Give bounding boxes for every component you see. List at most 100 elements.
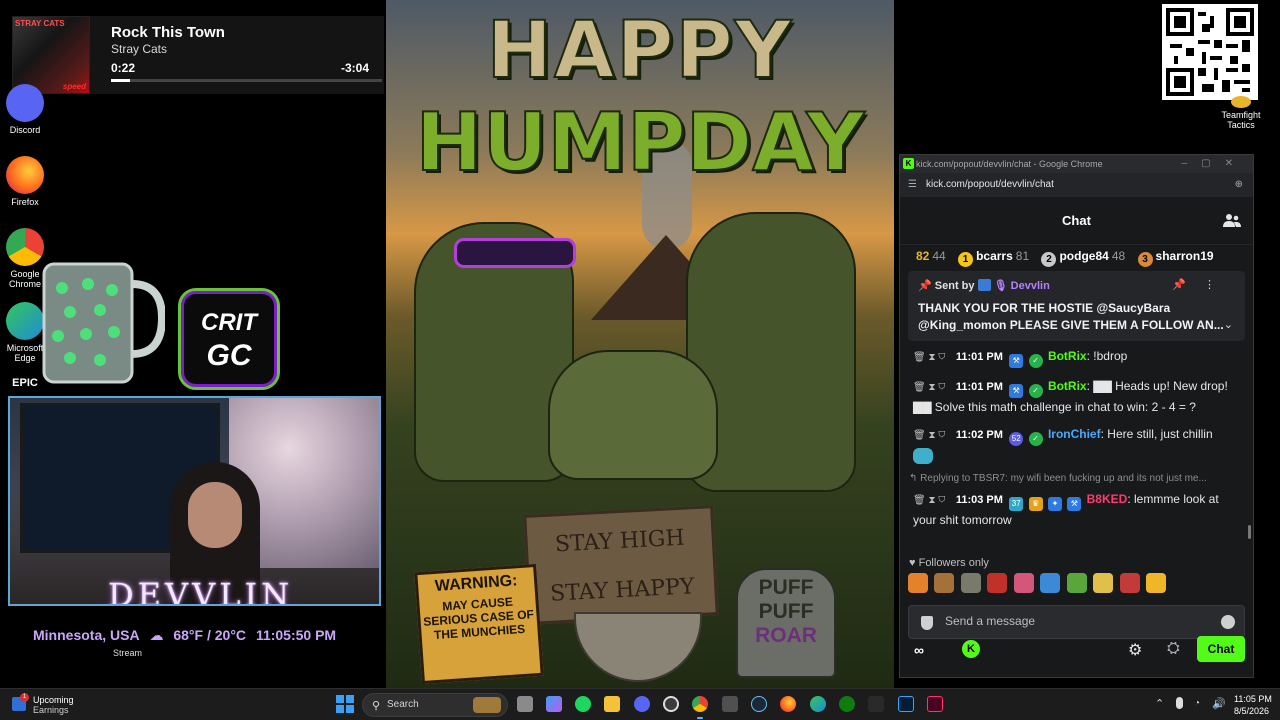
stone-sign: PUFF PUFF ROAR [736, 568, 836, 678]
url-bar[interactable]: ☰ kick.com/popout/devvlin/chat ⊕ [900, 173, 1253, 197]
copilot-icon[interactable] [546, 696, 562, 712]
chat-message[interactable]: 🗑 ⧗ ⛉ 11:01 PM ⚒ ✓ BotRix: ▇▇ Heads up! … [913, 377, 1239, 416]
taskbar-clock-time[interactable]: 11:05 PM [1234, 694, 1272, 704]
emote-icon[interactable] [1119, 573, 1140, 593]
emoji-picker-icon[interactable] [1221, 615, 1235, 629]
kick-chat-window[interactable]: K kick.com/popout/devvlin/chat - Google … [899, 154, 1254, 678]
wooden-sign-line1: STAY HIGH [554, 525, 686, 558]
leaderboard-entry[interactable]: 1 bcarrs 81 [958, 245, 1029, 267]
emote-icon[interactable] [908, 573, 928, 593]
edge-icon[interactable] [810, 696, 826, 712]
now-playing-widget[interactable]: STRAY CATS speed Rock This Town Stray Ca… [12, 16, 384, 94]
photoshop-icon[interactable] [898, 696, 914, 712]
crown-badge-icon: ♛ [1028, 497, 1043, 511]
network-icon[interactable]: ◔ [1194, 698, 1200, 709]
window-titlebar[interactable]: K kick.com/popout/devvlin/chat - Google … [900, 155, 1253, 173]
mug-image [42, 262, 165, 384]
leaderboard-entry[interactable]: 2 podge84 48 [1041, 245, 1125, 267]
mod-tools-icon[interactable]: 🗑 ⧗ ⛉ [913, 382, 945, 393]
send-chat-button[interactable]: Chat [1197, 636, 1245, 662]
url-text: kick.com/popout/devvlin/chat [926, 179, 1054, 190]
teamfight-tactics-icon [1231, 96, 1251, 108]
location-text: Minnesota, USA [33, 627, 140, 643]
emote-icon[interactable] [987, 573, 1008, 593]
heart-icon: ♥ [909, 557, 919, 569]
indesign-icon[interactable] [927, 696, 943, 712]
channel-points-icon[interactable]: ∞ [914, 642, 924, 658]
zoom-icon[interactable]: ⊕ [1235, 173, 1243, 197]
chrome-icon[interactable] [692, 696, 708, 712]
chat-message[interactable]: 🗑 ⧗ ⛉ 11:01 PM ⚒ ✓ BotRix: !bdrop [913, 347, 1239, 368]
calculator-icon[interactable] [722, 696, 738, 712]
microphone-icon[interactable] [1176, 697, 1183, 709]
chat-message-input[interactable] [945, 614, 1205, 628]
tray-overflow-icon[interactable]: ⌃ [1155, 697, 1164, 710]
track-progress-bar[interactable] [111, 79, 382, 82]
desktop-icon-label: Firefox [11, 197, 39, 207]
chat-message[interactable]: 🗑 ⧗ ⛉ 11:02 PM 52 ✓ IronChief: Here stil… [913, 425, 1239, 464]
message-username[interactable]: B8KED [1087, 492, 1128, 506]
message-input-box[interactable] [908, 605, 1245, 639]
emote-icon[interactable] [1013, 573, 1034, 593]
gift-leaderboard: 82 44 1 bcarrs 81 2 podge84 48 3 sharron19 [900, 245, 1253, 271]
desktop-icon-discord[interactable]: Discord [0, 84, 50, 135]
epic-games-icon[interactable] [868, 696, 884, 712]
message-username[interactable]: BotRix [1048, 379, 1087, 393]
kick-logo-icon[interactable]: K [962, 640, 980, 658]
users-icon[interactable] [1223, 213, 1241, 227]
unpin-icon[interactable]: 📌 [1172, 279, 1204, 291]
leaderboard-entry[interactable]: 82 44 [916, 245, 946, 267]
desktop-icon-firefox[interactable]: Firefox [0, 156, 50, 207]
taskbar-search[interactable]: ⚲ Search [362, 693, 508, 717]
stone-sign-line2: PUFF [758, 600, 814, 623]
leaderboard-score: 48 [1111, 249, 1126, 263]
leaderboard-entry[interactable]: 3 sharron19 [1137, 245, 1214, 267]
expand-chevron-icon[interactable]: ⌄ [1224, 318, 1233, 331]
volume-icon[interactable]: 🔊 [1212, 697, 1226, 710]
crit-logo-line2: GC [206, 339, 252, 372]
xbox-icon[interactable] [839, 696, 855, 712]
message-username[interactable]: BotRix [1048, 349, 1087, 363]
gear-icon[interactable]: ⚙ [1128, 640, 1142, 660]
firefox-icon[interactable] [780, 696, 796, 712]
site-info-icon[interactable]: ☰ [908, 173, 917, 197]
taskbar-clock-date[interactable]: 8/5/2026 [1234, 706, 1269, 716]
chat-message[interactable]: 🗑 ⧗ ⛉ 11:03 PM 37 ♛ ✦ ⚒ B8KED: lemmme lo… [913, 490, 1239, 529]
message-time: 11:02 PM [955, 429, 1003, 441]
webcam-face [188, 482, 242, 548]
file-explorer-icon[interactable] [604, 696, 620, 712]
message-username[interactable]: IronChief [1048, 427, 1101, 441]
album-art: STRAY CATS speed [12, 16, 90, 94]
emote-icon[interactable] [1040, 573, 1061, 593]
obs-icon[interactable] [663, 696, 679, 712]
more-options-icon[interactable]: ⋮ [1204, 279, 1233, 291]
mod-tools-icon[interactable]: 🗑 ⧗ ⛉ [913, 430, 945, 441]
emote-icon[interactable] [934, 573, 955, 593]
track-progress-fill [111, 79, 130, 82]
steam-icon[interactable] [751, 696, 767, 712]
emote-icon[interactable] [1146, 573, 1167, 593]
discord-icon[interactable] [634, 696, 650, 712]
reply-icon: ↰ [909, 473, 921, 484]
emote-icon[interactable] [1093, 573, 1114, 593]
discord-icon [6, 84, 44, 122]
mod-tools-icon[interactable]: ⛭ [1167, 640, 1180, 658]
webcam-feed: DEVVLIN [8, 396, 381, 606]
desktop-icon-teamfight-tactics[interactable]: Teamfight Tactics [1216, 96, 1266, 130]
poster-title-line2: HUMPDAY [415, 95, 866, 190]
start-button[interactable] [336, 695, 354, 713]
chat-scrollbar[interactable] [1248, 525, 1251, 539]
task-view-icon[interactable] [517, 696, 533, 712]
wooden-sign: STAY HIGH STAY HAPPY [523, 505, 719, 625]
cloud-icon: ☁ [149, 627, 164, 643]
window-controls[interactable]: –▢✕ [1182, 155, 1247, 173]
mod-tools-icon[interactable]: 🗑 ⧗ ⛉ [913, 495, 945, 506]
spotify-icon[interactable] [575, 696, 591, 712]
pinned-message[interactable]: 📌 Sent by 🎙 Devvlin THANK YOU FOR THE HO… [908, 271, 1245, 341]
pinned-actions[interactable]: 📌⋮ [1172, 278, 1233, 291]
emote-icon[interactable] [960, 573, 981, 593]
rank-badge-icon: 1 [958, 252, 974, 267]
reply-indicator[interactable]: ↰ Replying to TBSR7: my wifi been fuckin… [909, 470, 1239, 488]
emote-icon[interactable] [1066, 573, 1087, 593]
mod-tools-icon[interactable]: 🗑 ⧗ ⛉ [913, 352, 945, 363]
